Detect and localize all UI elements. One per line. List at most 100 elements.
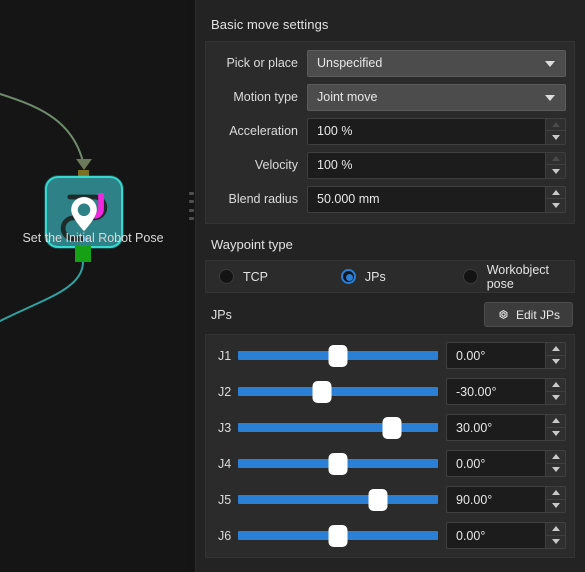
blend-radius-decrement-button[interactable] xyxy=(546,199,565,212)
joint-row-j1: J1 0.00° xyxy=(214,340,566,371)
chevron-down-icon xyxy=(545,61,555,67)
edge-incoming xyxy=(0,92,84,163)
joint-value-input-j3[interactable]: 30.00° xyxy=(446,414,545,441)
caret-down-icon xyxy=(551,395,560,401)
slider-track xyxy=(238,387,438,396)
jps-section-label: JPs xyxy=(211,307,232,322)
velocity-input[interactable]: 100 % xyxy=(307,151,545,179)
dropdown-motion-type[interactable]: Joint move xyxy=(307,83,566,111)
robot-pose-pin-icon xyxy=(60,193,108,242)
joint-row-j2: J2 -30.00° xyxy=(214,376,566,407)
slider-thumb[interactable] xyxy=(382,416,402,439)
caret-down-icon xyxy=(551,539,560,545)
caret-up-icon xyxy=(551,490,560,496)
edit-jps-button[interactable]: Edit JPs xyxy=(483,302,573,327)
caret-down-icon xyxy=(551,467,560,473)
joint-label-j5: J5 xyxy=(218,492,232,507)
label-blend-radius: Blend radius xyxy=(228,192,299,206)
slider-track xyxy=(238,423,438,432)
j1-increment-button[interactable] xyxy=(546,343,565,356)
acceleration-increment-button[interactable] xyxy=(546,119,565,131)
j2-spin-buttons xyxy=(545,378,566,405)
slider-thumb[interactable] xyxy=(312,380,332,403)
joint-value-input-j5[interactable]: 90.00° xyxy=(446,486,545,513)
caret-up-icon xyxy=(551,121,560,127)
slider-j6[interactable] xyxy=(238,523,438,549)
splitter-grip-icon[interactable] xyxy=(189,192,194,220)
spinner-j5: 90.00° xyxy=(446,486,566,513)
j4-spin-buttons xyxy=(545,450,566,477)
gear-icon xyxy=(499,309,508,320)
slider-j2[interactable] xyxy=(238,379,438,405)
field-row-velocity: Velocity 100 % xyxy=(214,151,566,179)
j4-decrement-button[interactable] xyxy=(546,464,565,477)
slider-j5[interactable] xyxy=(238,487,438,513)
label-motion-type: Motion type xyxy=(233,90,298,104)
spinner-acceleration: 100 % xyxy=(307,117,566,145)
slider-thumb[interactable] xyxy=(368,488,388,511)
j5-increment-button[interactable] xyxy=(546,487,565,500)
joint-row-j6: J6 0.00° xyxy=(214,520,566,551)
joint-label-j1: J1 xyxy=(218,348,232,363)
joint-row-j4: J4 0.00° xyxy=(214,448,566,479)
slider-j1[interactable] xyxy=(238,343,438,369)
joint-label-j3: J3 xyxy=(218,420,232,435)
slider-j4[interactable] xyxy=(238,451,438,477)
edge-arrowhead-icon xyxy=(76,159,92,170)
j6-increment-button[interactable] xyxy=(546,523,565,536)
radio-tcp[interactable]: TCP xyxy=(219,269,341,284)
spinner-j4: 0.00° xyxy=(446,450,566,477)
caret-down-icon xyxy=(551,431,560,437)
caret-up-icon xyxy=(551,454,560,460)
panel-splitter[interactable] xyxy=(186,0,196,572)
radio-circle-icon xyxy=(462,269,478,284)
j2-increment-button[interactable] xyxy=(546,379,565,392)
dropdown-pick-or-place[interactable]: Unspecified xyxy=(307,49,566,77)
joint-label-j2: J2 xyxy=(218,384,232,399)
graph-canvas[interactable]: Set the Initial Robot Pose xyxy=(0,0,186,572)
spinner-j3: 30.00° xyxy=(446,414,566,441)
j2-decrement-button[interactable] xyxy=(546,392,565,405)
joint-label-j4: J4 xyxy=(218,456,232,471)
blend-radius-input[interactable]: 50.000 mm xyxy=(307,185,545,213)
j1-decrement-button[interactable] xyxy=(546,356,565,369)
velocity-increment-button[interactable] xyxy=(546,153,565,165)
spinner-j2: -30.00° xyxy=(446,378,566,405)
j3-spin-buttons xyxy=(545,414,566,441)
field-row-blend-radius: Blend radius 50.000 mm xyxy=(214,185,566,213)
joint-value-input-j4[interactable]: 0.00° xyxy=(446,450,545,477)
dropdown-motion-type-value: Joint move xyxy=(317,90,378,104)
joint-value-input-j1[interactable]: 0.00° xyxy=(446,342,545,369)
edge-outgoing xyxy=(0,261,84,323)
caret-down-icon xyxy=(551,168,560,174)
caret-up-icon xyxy=(551,346,560,352)
settings-panel: Basic move settings Pick or place Unspec… xyxy=(196,0,585,572)
caret-up-icon xyxy=(551,189,560,195)
joint-value-input-j6[interactable]: 0.00° xyxy=(446,522,545,549)
j3-increment-button[interactable] xyxy=(546,415,565,428)
slider-thumb[interactable] xyxy=(328,524,348,547)
field-row-motion-type: Motion type Joint move xyxy=(214,83,566,111)
j3-decrement-button[interactable] xyxy=(546,428,565,441)
radio-workobject-pose[interactable]: Workobject pose xyxy=(462,263,574,291)
j6-decrement-button[interactable] xyxy=(546,536,565,549)
j5-decrement-button[interactable] xyxy=(546,500,565,513)
node-set-initial-robot-pose[interactable] xyxy=(45,176,123,248)
application-window: Set the Initial Robot Pose Basic move se… xyxy=(0,0,585,572)
chevron-down-icon xyxy=(545,95,555,101)
slider-thumb[interactable] xyxy=(328,344,348,367)
acceleration-input[interactable]: 100 % xyxy=(307,117,545,145)
velocity-decrement-button[interactable] xyxy=(546,165,565,178)
acceleration-decrement-button[interactable] xyxy=(546,131,565,144)
joint-row-j5: J5 90.00° xyxy=(214,484,566,515)
joint-value-input-j2[interactable]: -30.00° xyxy=(446,378,545,405)
slider-thumb[interactable] xyxy=(328,452,348,475)
blend-radius-increment-button[interactable] xyxy=(546,187,565,199)
node-output-port[interactable] xyxy=(75,246,91,262)
slider-track xyxy=(238,495,438,504)
caret-down-icon xyxy=(551,359,560,365)
j4-increment-button[interactable] xyxy=(546,451,565,464)
radio-jps[interactable]: JPs xyxy=(340,269,463,284)
slider-j3[interactable] xyxy=(238,415,438,441)
radio-jps-label: JPs xyxy=(364,269,386,284)
